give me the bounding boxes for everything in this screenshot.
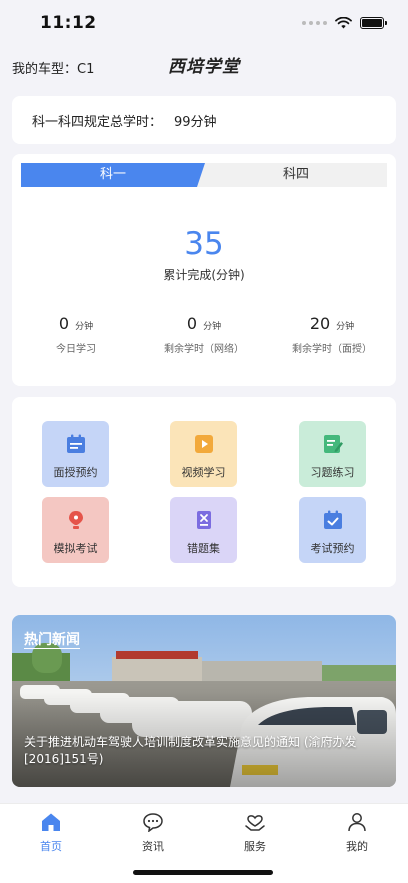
wifi-icon — [335, 17, 352, 29]
battery-icon — [360, 17, 387, 29]
menu-item-exercise[interactable]: 习题练习 — [299, 421, 366, 487]
tabbar-label: 我的 — [346, 840, 368, 853]
required-hours-value: 99分钟 — [174, 114, 217, 130]
wrong-question-icon — [193, 509, 215, 531]
menu-item-exam-booking[interactable]: 考试预约 — [299, 497, 366, 563]
tabbar-item-mine[interactable]: 我的 — [317, 812, 397, 854]
tabbar-item-news[interactable]: 资讯 — [113, 812, 193, 854]
home-indicator — [133, 870, 273, 875]
stat-label: 剩余学时（网络） — [164, 344, 244, 355]
stat-label: 今日学习 — [56, 344, 96, 355]
car-type-label[interactable]: 我的车型：C1 — [12, 58, 94, 77]
stat-unit: 分钟 — [203, 322, 222, 332]
news-headline[interactable]: 关于推进机动车驾驶人培训制度改革实施意见的通知 (渝府办发[2016]151号) — [24, 734, 388, 768]
required-hours-card: 科一科四规定总学时： 99分钟 — [12, 96, 396, 144]
signal-dots-icon — [302, 21, 327, 25]
heart-hand-icon — [245, 815, 265, 831]
menu-item-wrong-questions[interactable]: 错题集 — [170, 497, 237, 563]
chat-bubble-icon — [143, 813, 163, 832]
menu-item-mock-exam[interactable]: 模拟考试 — [42, 497, 109, 563]
stat-unit: 分钟 — [336, 322, 355, 332]
user-icon — [348, 813, 366, 832]
menu-item-label: 面授预约 — [53, 466, 98, 479]
stat-remaining-online: 0 分钟 剩余学时（网络） — [140, 314, 268, 355]
status-bar: 11:12 — [0, 0, 408, 46]
home-icon — [42, 813, 60, 831]
menu-item-label: 考试预约 — [310, 542, 355, 555]
stat-today-study: 0 分钟 今日学习 — [12, 314, 140, 355]
calendar-check-icon — [322, 509, 344, 531]
tabbar-label: 服务 — [244, 840, 266, 853]
stat-label: 剩余学时（面授） — [292, 344, 372, 355]
tabbar-label: 资讯 — [142, 840, 164, 853]
required-hours-label: 科一科四规定总学时： — [32, 114, 163, 130]
study-stats-card: 科一 科四 35 累计完成(分钟) 0 分钟 今日学习 0 分钟 剩余学时（网络） … — [12, 154, 396, 386]
tabbar-label: 首页 — [40, 840, 62, 853]
bottom-tab-bar: 首页 资讯 服务 我的 — [0, 803, 408, 883]
video-play-icon — [193, 433, 215, 455]
stat-value: 20 — [309, 314, 331, 333]
tab-subject-four[interactable]: 科四 — [205, 163, 387, 187]
stat-value: 0 — [58, 314, 70, 333]
exercise-edit-icon — [322, 433, 344, 455]
menu-item-label: 错题集 — [187, 542, 220, 555]
menu-item-inperson-booking[interactable]: 面授预约 — [42, 421, 109, 487]
menu-item-label: 视频学习 — [181, 466, 226, 479]
subject-tabs: 科一 科四 — [21, 163, 387, 187]
menu-item-label: 模拟考试 — [53, 542, 98, 555]
total-minutes-label: 累计完成(分钟) — [163, 268, 245, 282]
header: 我的车型：C1 西培学堂 — [0, 46, 408, 88]
total-minutes-value: 35 — [184, 226, 224, 262]
tabbar-item-service[interactable]: 服务 — [215, 812, 295, 854]
stat-value: 0 — [186, 314, 198, 333]
status-time: 11:12 — [40, 13, 97, 33]
pen-nib-icon — [65, 509, 87, 531]
tabbar-item-home[interactable]: 首页 — [11, 812, 91, 854]
stat-remaining-inperson: 20 分钟 剩余学时（面授） — [268, 314, 396, 355]
menu-item-video-study[interactable]: 视频学习 — [170, 421, 237, 487]
menu-item-label: 习题练习 — [310, 466, 355, 479]
status-icons — [302, 17, 387, 29]
news-section-title: 热门新闻 — [24, 632, 80, 648]
calendar-icon — [65, 433, 87, 455]
news-banner[interactable]: 热门新闻 关于推进机动车驾驶人培训制度改革实施意见的通知 (渝府办发[2016]… — [12, 615, 396, 787]
tab-subject-one[interactable]: 科一 — [21, 163, 205, 187]
feature-menu: 面授预约 视频学习 习题练习 模拟考试 错题集 考试预约 — [12, 397, 396, 587]
stat-unit: 分钟 — [75, 322, 94, 332]
